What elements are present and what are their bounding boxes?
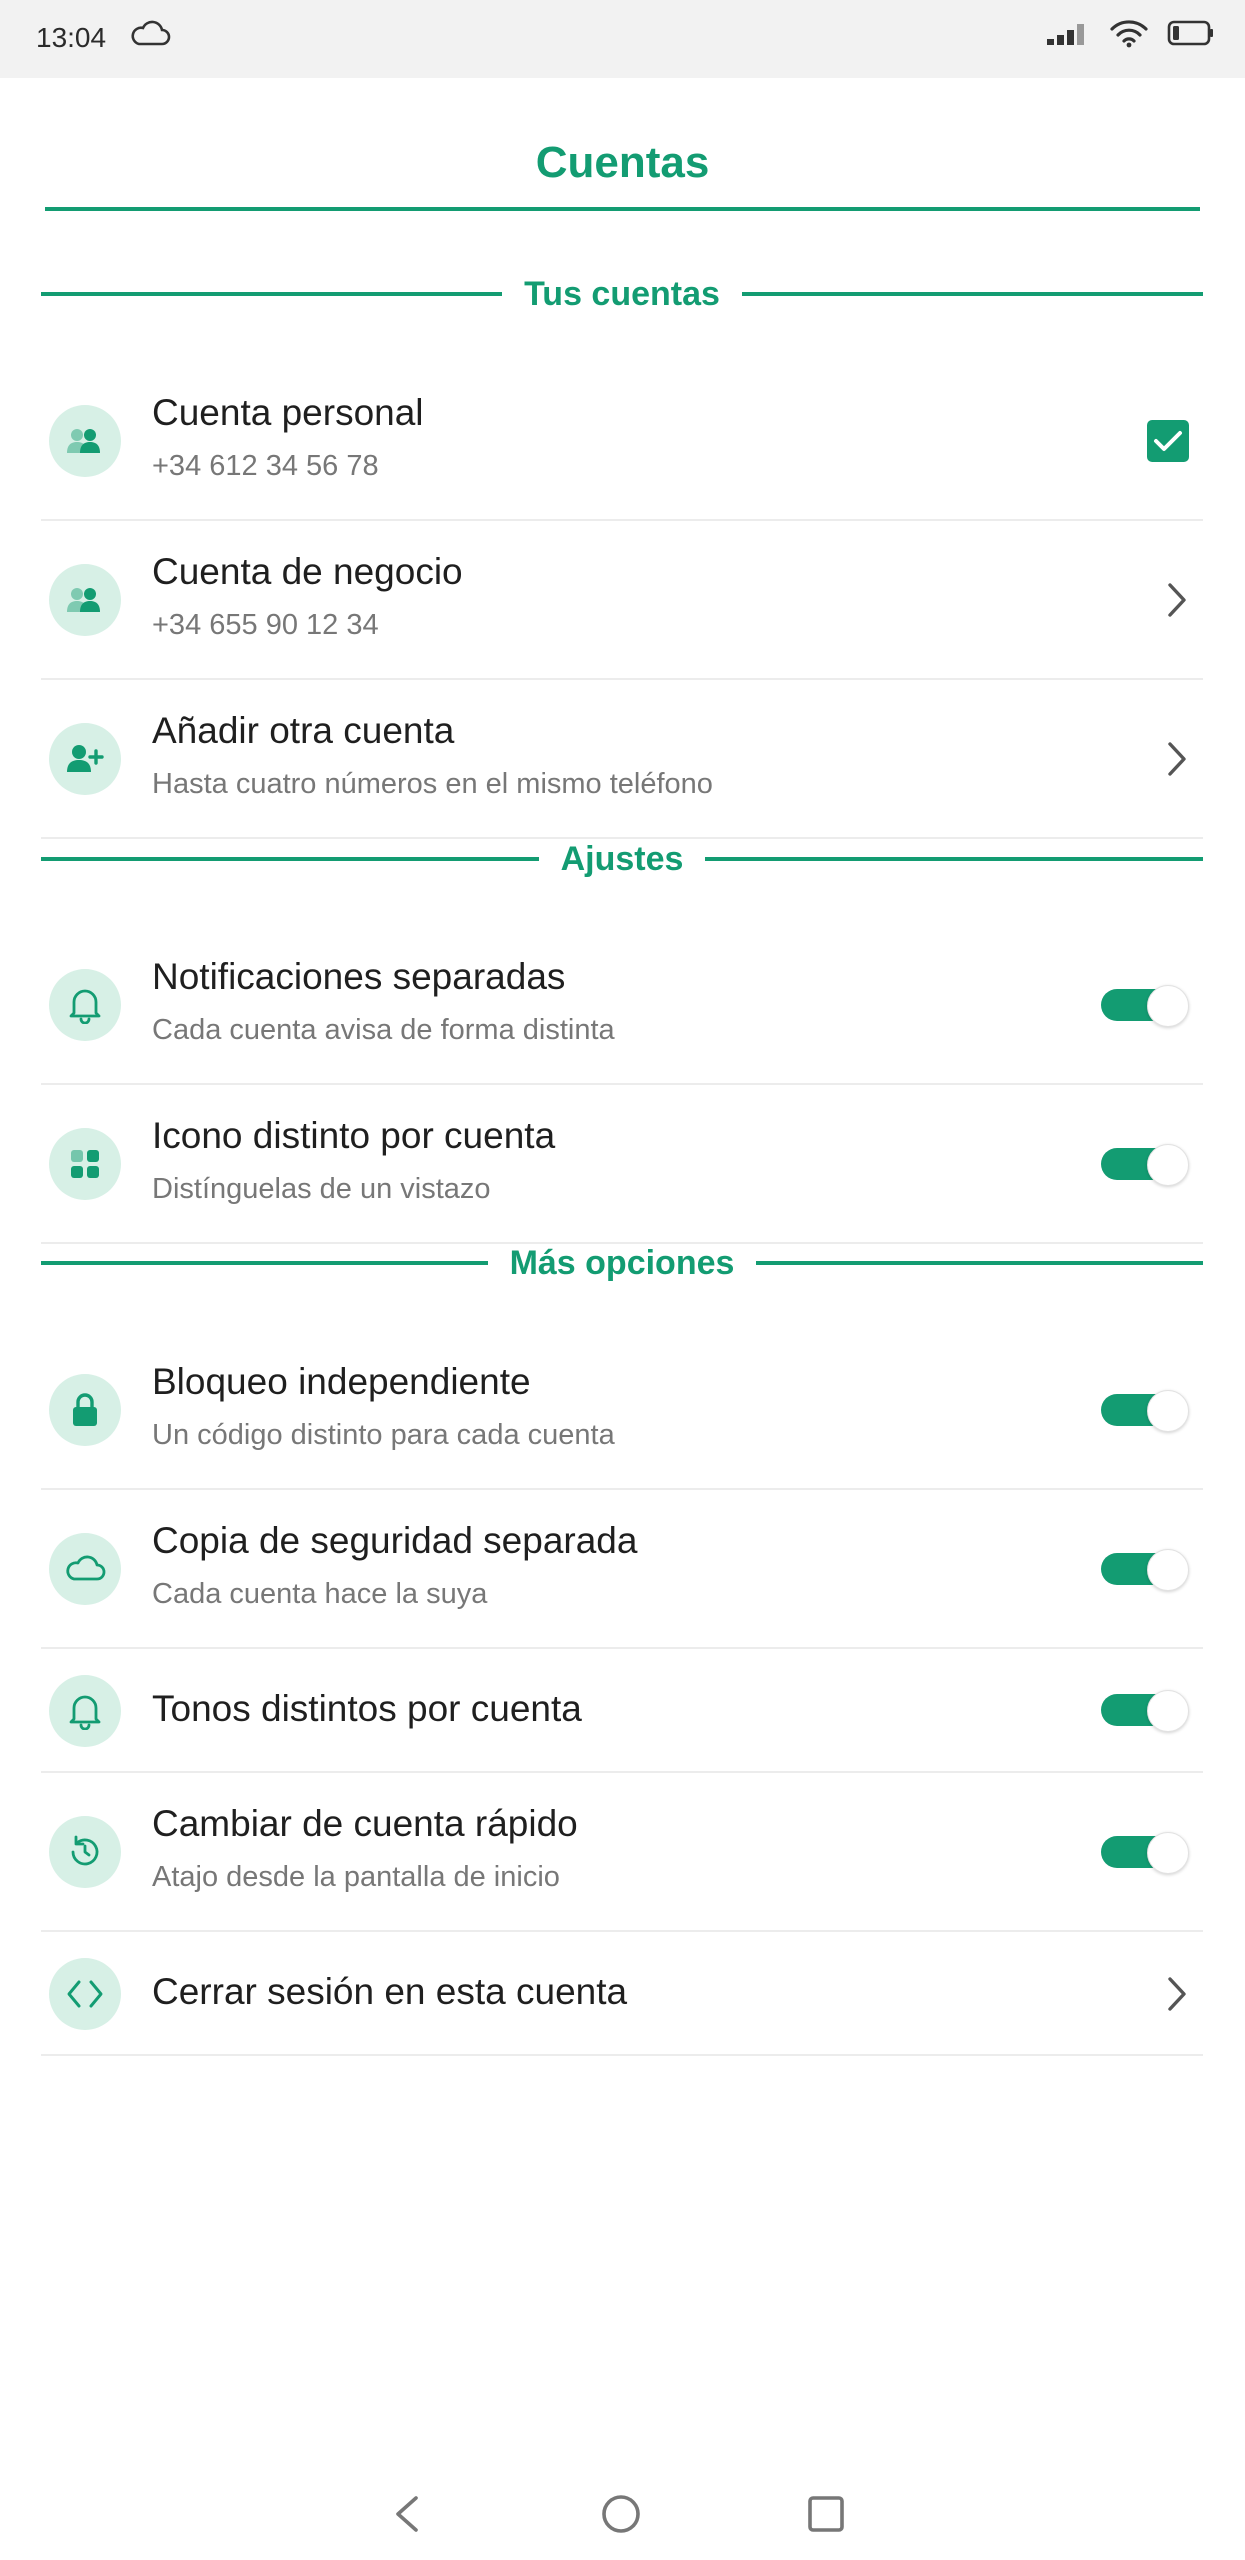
option-title: Copia de seguridad separada <box>152 1520 638 1561</box>
code-icon <box>49 1958 121 2030</box>
section-title: Más opciones <box>509 1243 735 1282</box>
section-line <box>756 1261 1203 1265</box>
quick-switch-toggle[interactable] <box>1101 1832 1189 1874</box>
chevron-right-icon <box>1165 581 1189 624</box>
section-line <box>705 857 1204 861</box>
signal-icon <box>1045 20 1091 51</box>
notifications-toggle[interactable] <box>1101 985 1189 1027</box>
account-phone: +34 612 34 56 78 <box>152 450 379 482</box>
lock-icon <box>49 1374 121 1446</box>
chevron-right-icon <box>1165 740 1189 783</box>
wifi-icon <box>1109 18 1149 53</box>
option-title: Bloqueo independiente <box>152 1361 531 1402</box>
more-row-backup[interactable]: Copia de seguridad separada Cada cuenta … <box>41 1490 1203 1649</box>
option-subtitle: Atajo desde la pantalla de inicio <box>152 1861 560 1893</box>
section-line <box>41 857 539 861</box>
back-icon[interactable] <box>388 2490 426 2543</box>
option-title: Cerrar sesión en esta cuenta <box>152 1971 628 2012</box>
option-title: Tonos distintos por cuenta <box>152 1688 582 1729</box>
home-icon[interactable] <box>597 2490 645 2543</box>
bell-icon <box>49 1675 121 1747</box>
checkmark-icon <box>1147 420 1189 462</box>
section-header-settings: Ajustes <box>41 834 1204 884</box>
tones-toggle[interactable] <box>1101 1690 1189 1732</box>
account-row-personal[interactable]: Cuenta personal +34 612 34 56 78 <box>41 362 1203 521</box>
bell-icon <box>49 969 121 1041</box>
option-title: Cambiar de cuenta rápido <box>152 1803 578 1844</box>
section-title: Ajustes <box>560 839 684 878</box>
settings-row-notifications[interactable]: Notificaciones separadas Cada cuenta avi… <box>41 926 1203 1085</box>
cloud-icon <box>49 1533 121 1605</box>
section-line <box>41 292 503 296</box>
title-divider <box>45 207 1200 211</box>
navigation-bar <box>0 2480 1245 2560</box>
account-phone: +34 655 90 12 34 <box>152 609 379 641</box>
setting-title: Notificaciones separadas <box>152 956 566 997</box>
cloud-icon <box>128 20 172 53</box>
group-icon <box>49 564 121 636</box>
chevron-right-icon <box>1165 1975 1189 2018</box>
section-header-more: Más opciones <box>41 1238 1203 1288</box>
option-subtitle: Un código distinto para cada cuenta <box>152 1419 615 1451</box>
more-row-quick-switch[interactable]: Cambiar de cuenta rápido Atajo desde la … <box>41 1773 1203 1932</box>
setting-subtitle: Cada cuenta avisa de forma distinta <box>152 1014 615 1046</box>
page-title: Cuentas <box>535 138 710 187</box>
history-icon <box>49 1816 121 1888</box>
group-icon <box>49 405 121 477</box>
account-title: Cuenta personal <box>152 392 424 433</box>
add-account-subtitle: Hasta cuatro números en el mismo teléfon… <box>152 768 713 800</box>
section-title: Tus cuentas <box>524 274 720 313</box>
section-line <box>741 292 1203 296</box>
add-account-title: Añadir otra cuenta <box>152 710 455 751</box>
more-row-lock[interactable]: Bloqueo independiente Un código distinto… <box>41 1331 1203 1490</box>
add-account-row[interactable]: Añadir otra cuenta Hasta cuatro números … <box>41 680 1203 839</box>
option-subtitle: Cada cuenta hace la suya <box>152 1578 488 1610</box>
grid-icon <box>49 1128 121 1200</box>
status-bar: 13:04 <box>0 0 1245 78</box>
more-row-tones[interactable]: Tonos distintos por cuenta <box>41 1649 1203 1773</box>
section-header-accounts: Tus cuentas <box>41 269 1203 319</box>
setting-subtitle: Distínguelas de un vistazo <box>152 1173 491 1205</box>
setting-title: Icono distinto por cuenta <box>152 1115 556 1156</box>
status-indicators <box>1045 18 1215 53</box>
status-time: 13:04 <box>36 22 107 53</box>
battery-icon <box>1167 19 1215 52</box>
section-line <box>41 1261 488 1265</box>
account-row-business[interactable]: Cuenta de negocio +34 655 90 12 34 <box>41 521 1203 680</box>
backup-toggle[interactable] <box>1101 1549 1189 1591</box>
settings-row-icon[interactable]: Icono distinto por cuenta Distínguelas d… <box>41 1085 1203 1244</box>
more-row-logout[interactable]: Cerrar sesión en esta cuenta <box>41 1932 1203 2056</box>
selected-checkbox[interactable] <box>1147 420 1189 462</box>
add-user-icon <box>49 723 121 795</box>
recents-icon[interactable] <box>802 2490 850 2543</box>
lock-toggle[interactable] <box>1101 1390 1189 1432</box>
icon-per-account-toggle[interactable] <box>1101 1144 1189 1186</box>
account-title: Cuenta de negocio <box>152 551 463 592</box>
